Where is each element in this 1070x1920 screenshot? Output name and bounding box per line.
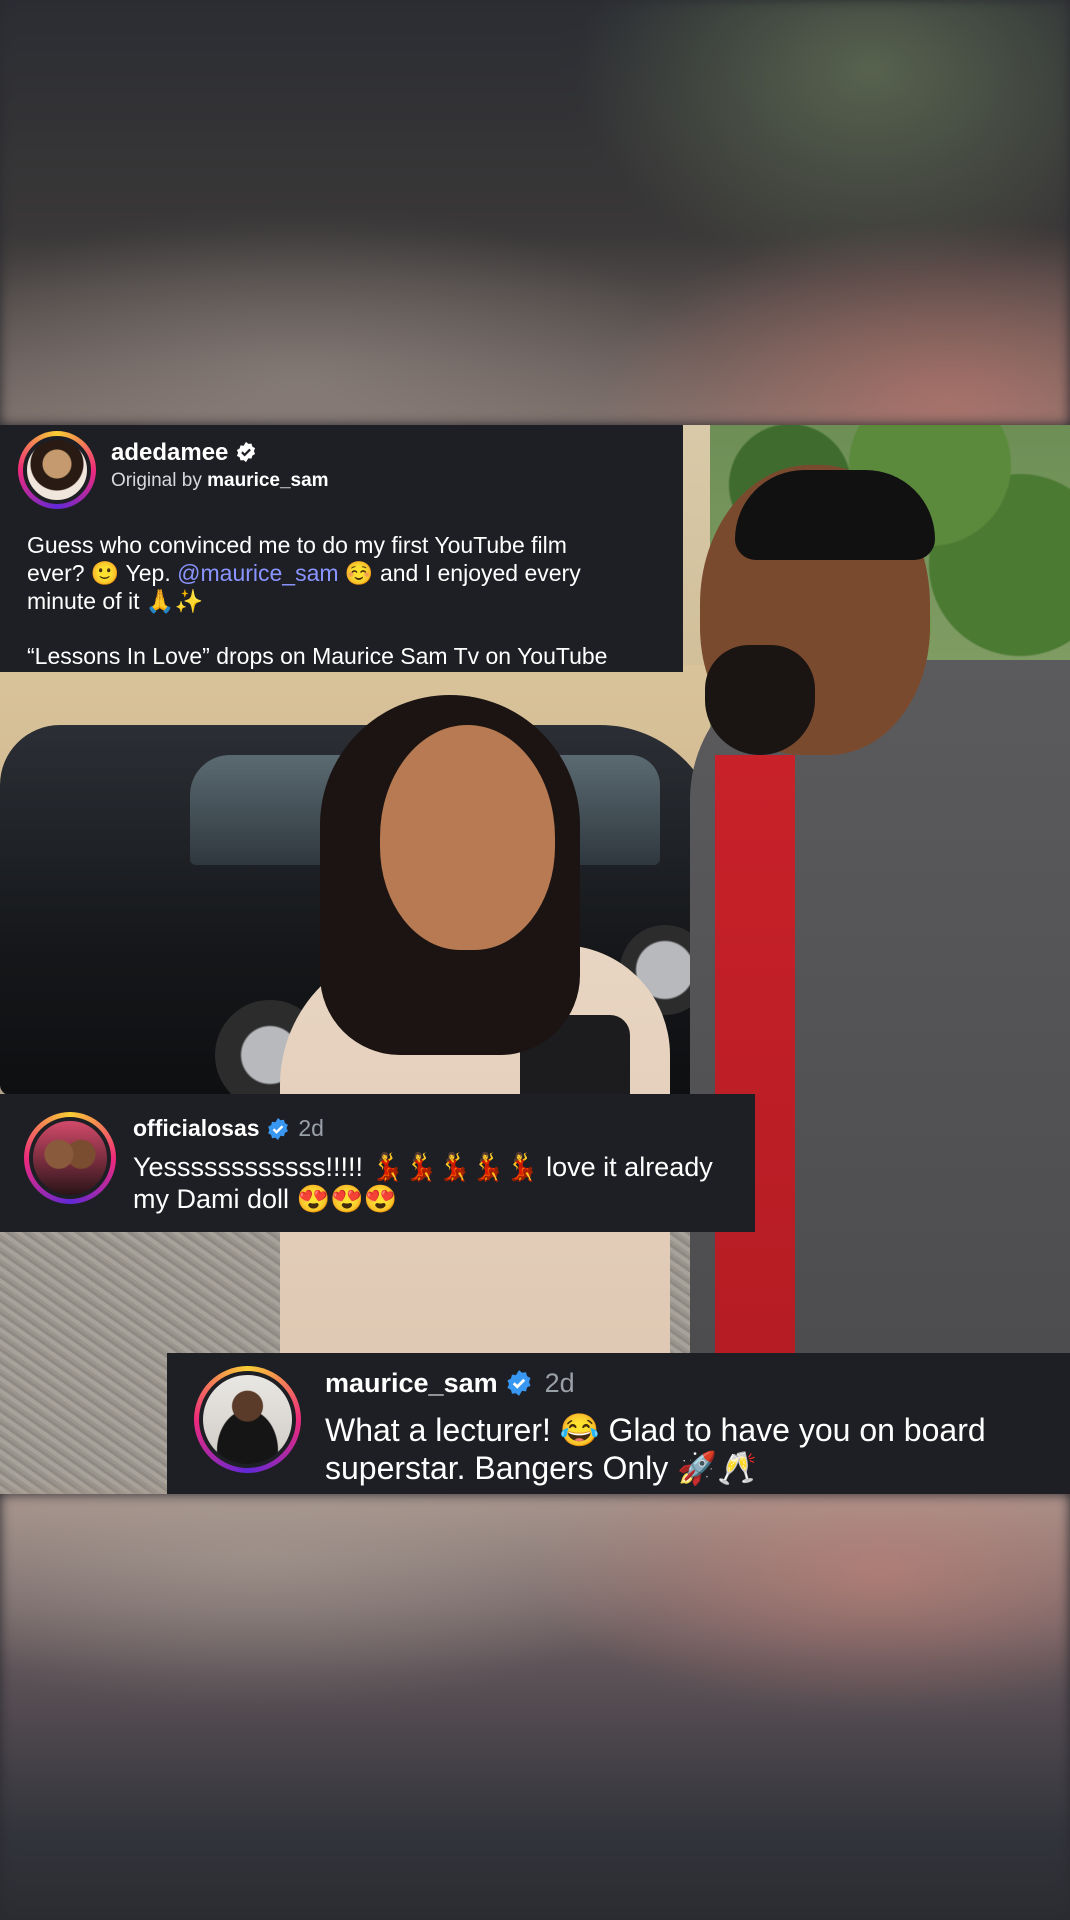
blurred-background-top — [0, 0, 1070, 425]
post-caption: Guess who convinced me to do my first Yo… — [27, 531, 677, 670]
comment-time: 2d — [544, 1368, 575, 1398]
original-prefix: Original by — [111, 470, 208, 491]
avatar-photo — [23, 436, 91, 504]
comment-username[interactable]: officialosas — [133, 1115, 260, 1141]
comment-card: officialosas 2d Yessssssssssss!!!!! 💃💃💃💃… — [0, 1094, 755, 1232]
avatar-photo — [29, 1117, 111, 1199]
post-caption-card: adedamee Original by maurice_sam Guess w… — [0, 425, 683, 672]
comment-line: superstar. Bangers Only 🚀🥂 — [325, 1450, 757, 1486]
photo-man-beard — [705, 645, 815, 755]
verified-badge-icon — [235, 441, 257, 463]
comment-line: my Dami doll 😍😍😍 — [133, 1184, 398, 1214]
comment-header: officialosas 2d — [133, 1114, 324, 1142]
post-author-avatar[interactable] — [18, 431, 96, 509]
comment-text: What a lecturer! 😂 Glad to have you on b… — [325, 1411, 1065, 1487]
original-author[interactable]: maurice_sam — [207, 470, 328, 491]
caption-line: ever? 🙂 Yep. @maurice_sam ☺️ and I enjoy… — [27, 559, 677, 587]
caption-line: Guess who convinced me to do my first Yo… — [27, 532, 567, 558]
comment-text: Yessssssssssss!!!!! 💃💃💃💃💃 love it alread… — [133, 1151, 748, 1215]
verified-badge-icon — [266, 1117, 288, 1140]
post-header: adedamee — [111, 439, 257, 467]
caption-text: ☺️ and I enjoyed every — [338, 560, 581, 586]
avatar-photo — [199, 1371, 296, 1468]
photo-woman-face — [380, 725, 555, 950]
blurred-background-bottom — [0, 1494, 1070, 1920]
caption-line: minute of it 🙏✨ — [27, 588, 204, 614]
comment-line: Yessssssssssss!!!!! 💃💃💃💃💃 love it alread… — [133, 1152, 713, 1182]
comment-line: What a lecturer! 😂 Glad to have you on b… — [325, 1412, 986, 1448]
photo-man-hair — [735, 470, 935, 560]
commenter-avatar[interactable] — [24, 1112, 116, 1204]
comment-time: 2d — [298, 1115, 324, 1141]
comment-username[interactable]: maurice_sam — [325, 1368, 498, 1398]
caption-line: “Lessons In Love” drops on Maurice Sam T… — [27, 643, 608, 669]
caption-mention[interactable]: @maurice_sam — [177, 560, 338, 586]
verified-badge-icon — [505, 1369, 533, 1397]
commenter-avatar[interactable] — [194, 1366, 301, 1473]
post-username[interactable]: adedamee — [111, 439, 228, 466]
post-original-credit: Original by maurice_sam — [111, 469, 329, 493]
caption-text: ever? 🙂 Yep. — [27, 560, 178, 586]
comment-card: maurice_sam 2d What a lecturer! 😂 Glad t… — [167, 1353, 1070, 1494]
reel-screen: adedamee Original by maurice_sam Guess w… — [0, 0, 1070, 1920]
comment-header: maurice_sam 2d — [325, 1367, 575, 1399]
